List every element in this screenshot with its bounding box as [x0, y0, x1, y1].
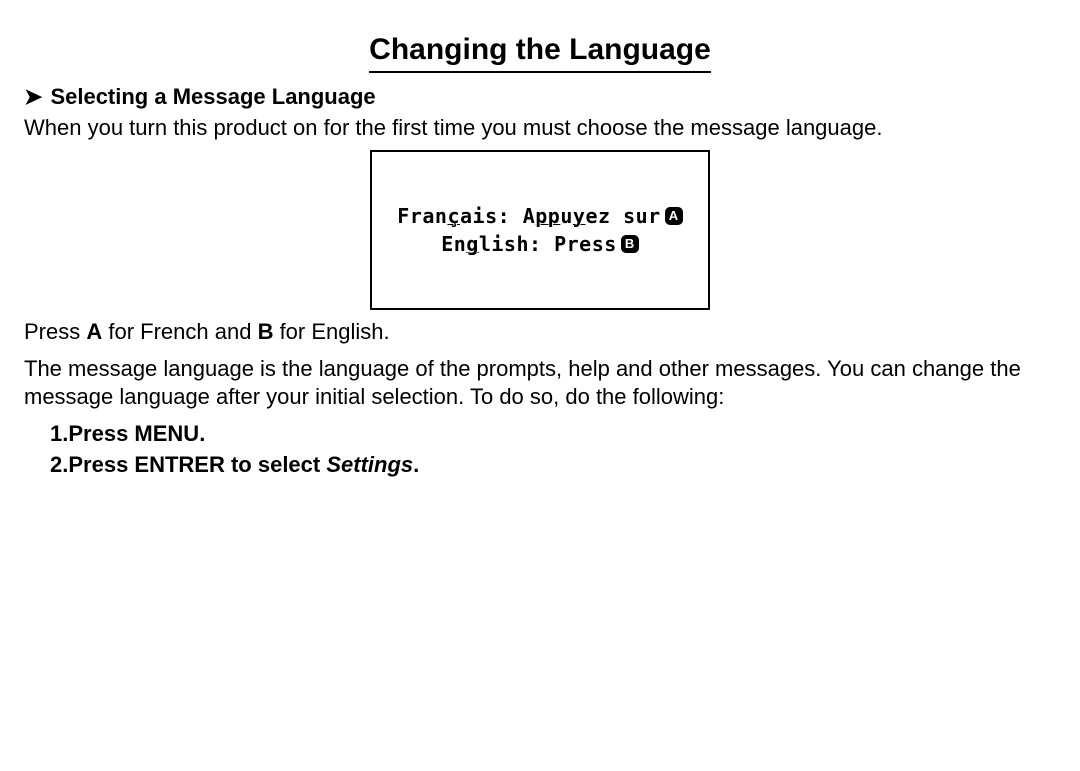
lcd-line-1: Français: Appuyez sur A — [397, 203, 682, 229]
press-instruction: Press A for French and B for English. — [24, 318, 1056, 347]
key-b-icon: B — [621, 235, 639, 253]
explanation-text: The message language is the language of … — [24, 355, 1056, 412]
lcd-display: Français: Appuyez sur A English: Press B — [370, 150, 710, 310]
intro-text: When you turn this product on for the fi… — [24, 114, 1056, 143]
heading-text: Selecting a Message Language — [50, 84, 375, 109]
arrow-icon: ➤ — [24, 84, 42, 109]
page-title: Changing the Language — [369, 30, 711, 73]
instruction-list: 1.Press MENU. 2.Press ENTRER to select S… — [24, 420, 1056, 479]
step-1: 1.Press MENU. — [50, 420, 1056, 449]
lcd-line-2: English: Press B — [441, 231, 639, 257]
step-2: 2.Press ENTRER to select Settings. — [50, 451, 1056, 480]
section-heading: ➤ Selecting a Message Language — [24, 83, 1056, 112]
key-a-icon: A — [665, 207, 683, 225]
